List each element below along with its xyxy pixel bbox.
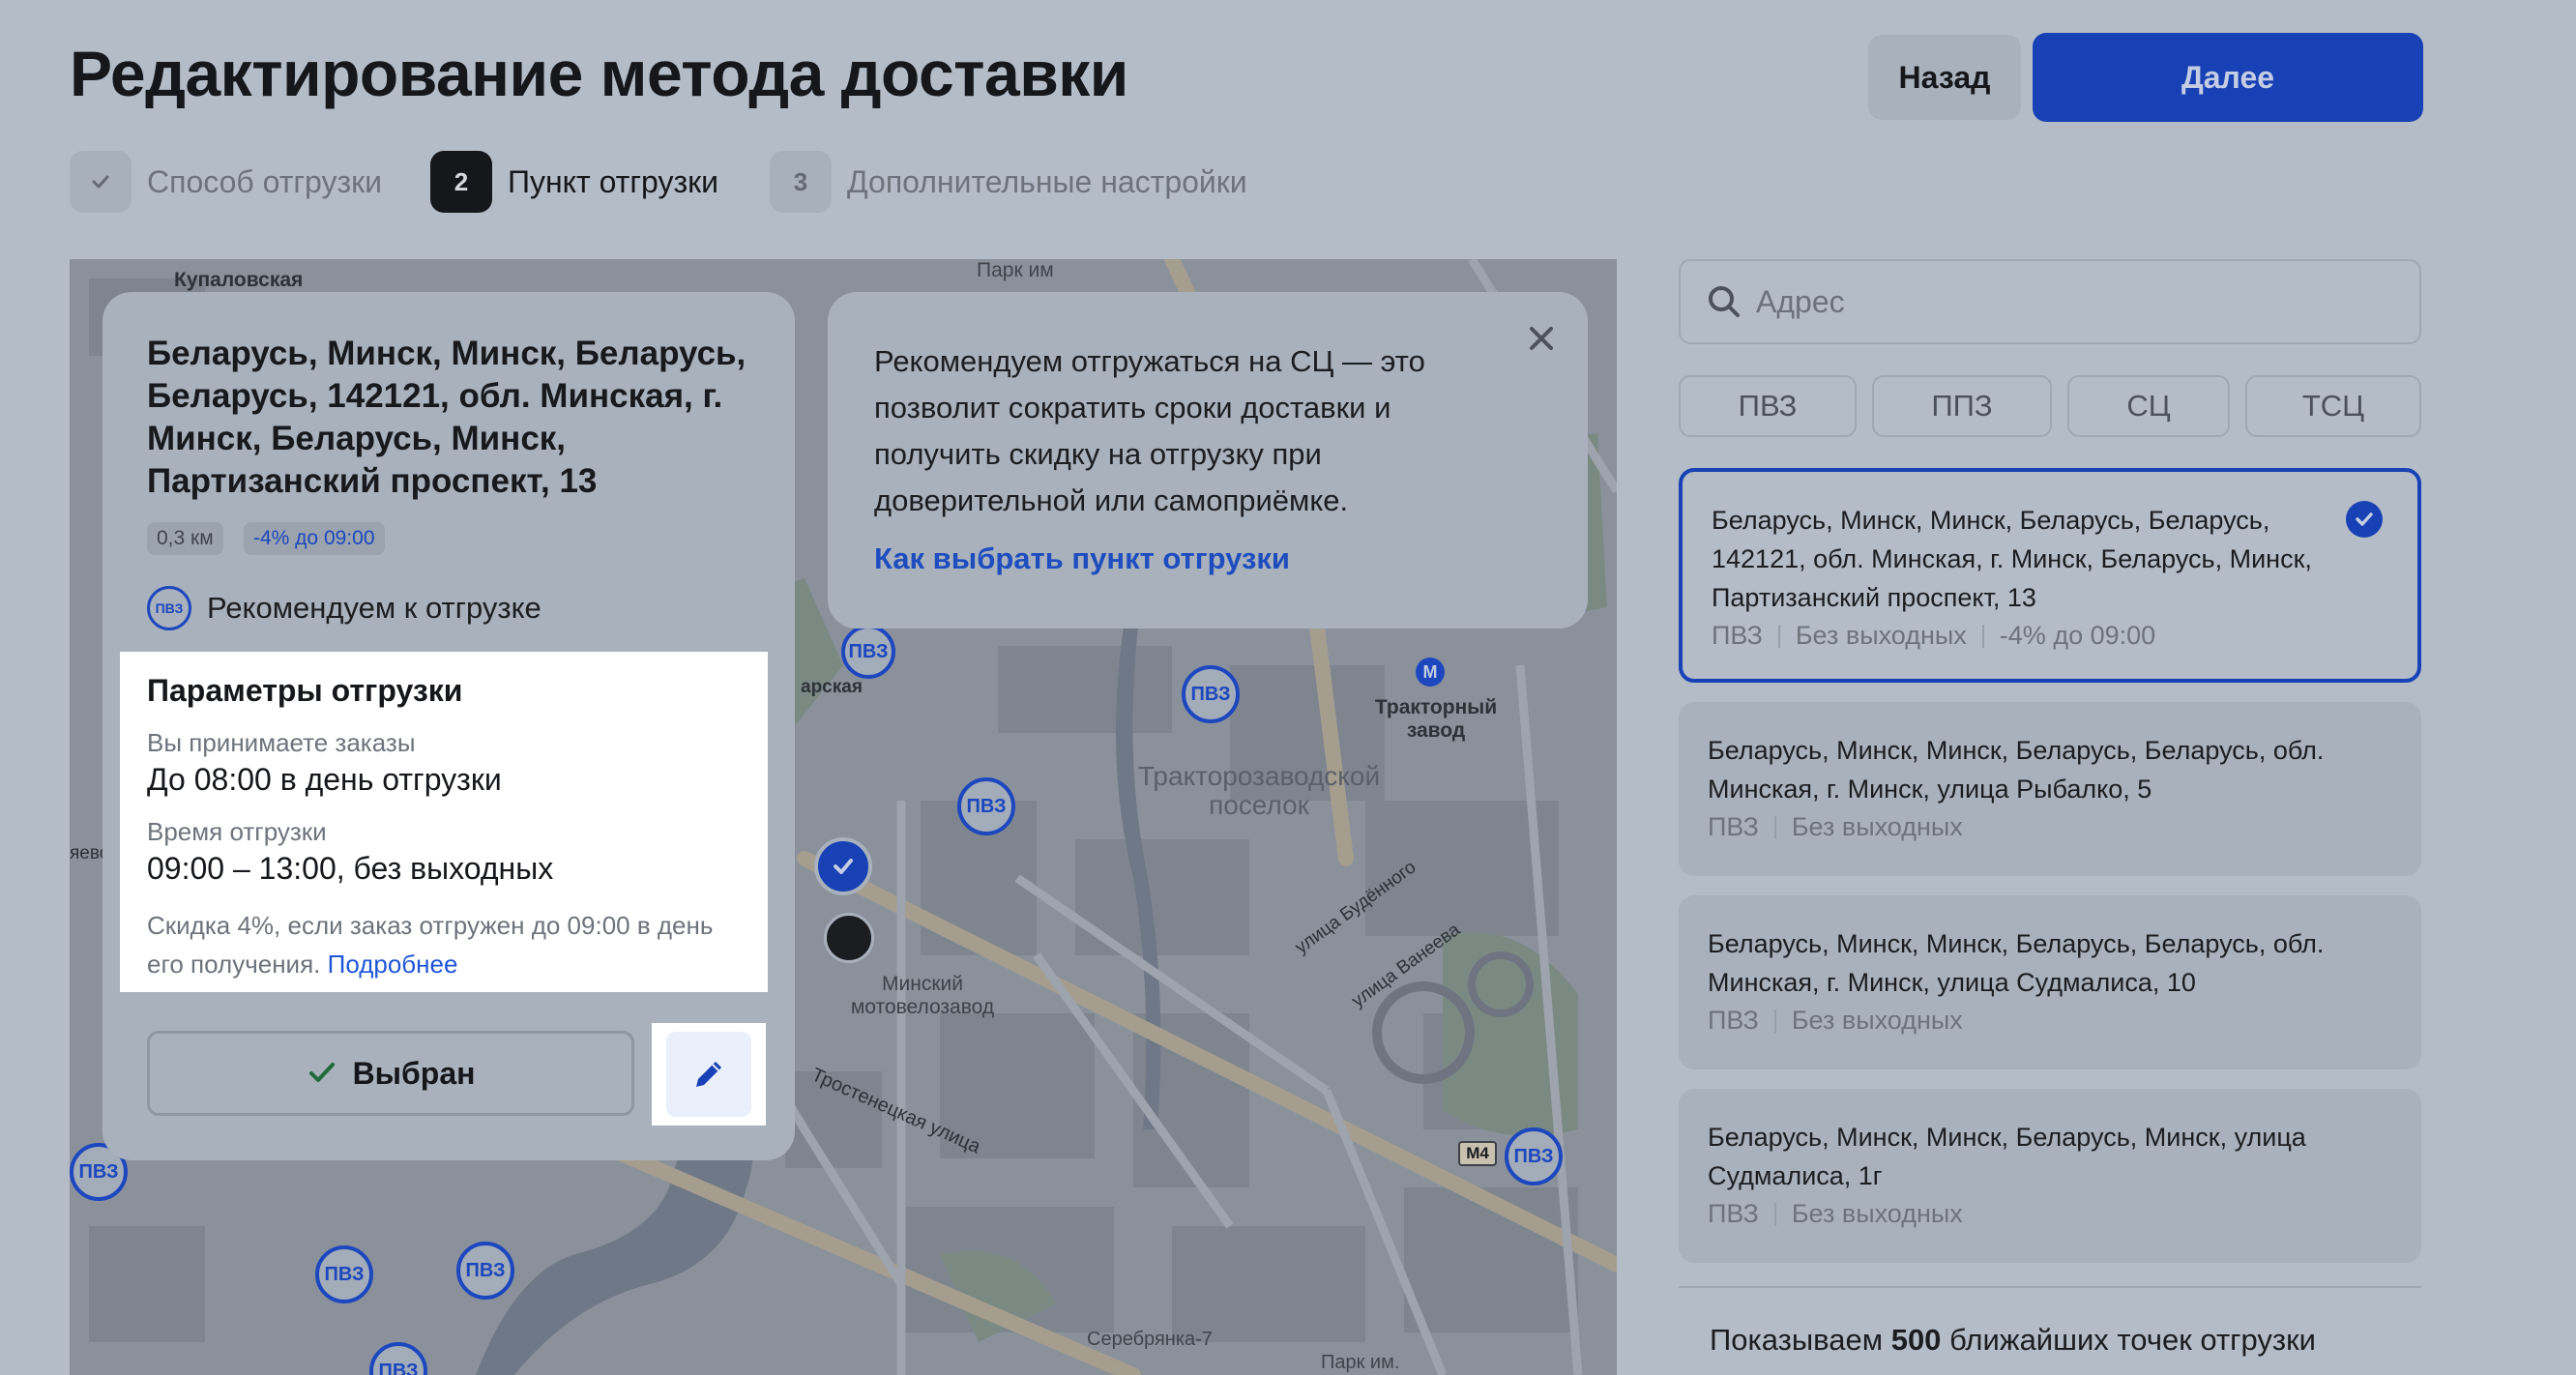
map-point[interactable]: ПВЗ (1182, 665, 1240, 723)
map-label: Тракторный завод (1374, 696, 1498, 742)
item-discount: -4% до 09:00 (1999, 621, 2156, 650)
step-label: Пункт отгрузки (508, 163, 718, 199)
selected-point-marker[interactable] (814, 837, 872, 895)
footer-suffix: ближайших точек отгрузки (1949, 1323, 2316, 1357)
map-label: Парк им (977, 259, 1054, 281)
point-list-item[interactable]: Беларусь, Минск, Минск, Беларусь, Минск,… (1679, 1089, 2421, 1263)
step-shipping-method[interactable]: Способ отгрузки (70, 151, 382, 213)
user-location-marker (824, 913, 874, 963)
back-button[interactable]: Назад (1868, 35, 2021, 120)
step-shipping-point[interactable]: 2 Пункт отгрузки (430, 151, 718, 213)
map-point[interactable]: ПВЗ (315, 1245, 373, 1303)
recommend-row: ПВЗ Рекомендуем к отгрузке (147, 586, 542, 630)
map-point[interactable]: ПВЗ (1505, 1127, 1563, 1185)
metro-icon: M (1416, 658, 1445, 687)
map-label: Парк им. (1321, 1352, 1400, 1373)
item-meta: ПВЗ Без выходных (1708, 812, 2392, 842)
item-meta: ПВЗ Без выходных -4% до 09:00 (1712, 621, 2388, 651)
footer-count: 500 (1890, 1323, 1942, 1357)
accept-value: До 08:00 в день отгрузки (147, 762, 502, 797)
item-schedule: Без выходных (1791, 812, 1963, 841)
pvz-icon: ПВЗ (147, 586, 191, 630)
selected-label: Выбран (352, 1055, 476, 1091)
check-icon (308, 1063, 335, 1082)
footer-prefix: Показываем (1710, 1323, 1884, 1357)
map-label: Серебрянка-7 (1087, 1329, 1213, 1350)
check-icon (70, 151, 132, 213)
shipping-params: Параметры отгрузки Вы принимаете заказы … (120, 652, 768, 992)
tip-link[interactable]: Как выбрать пункт отгрузки (874, 541, 1541, 576)
item-address: Беларусь, Минск, Минск, Беларусь, Белару… (1708, 929, 2325, 997)
item-type: ПВЗ (1708, 1199, 1759, 1228)
discount-note: Скидка 4%, если заказ отгружен до 09:00 … (147, 906, 741, 983)
params-title: Параметры отгрузки (147, 673, 463, 708)
map-label: арская (801, 677, 863, 697)
divider (1679, 1286, 2421, 1288)
accept-label: Вы принимаете заказы (147, 728, 416, 757)
results-footer: Показываем 500 ближайших точек отгрузки (1710, 1323, 2316, 1358)
item-address: Беларусь, Минск, Минск, Беларусь, Минск,… (1708, 1123, 2306, 1190)
map-point[interactable]: ПВЗ (841, 625, 895, 679)
pencil-icon (696, 1062, 721, 1087)
step-extra-settings[interactable]: 3 Дополнительные настройки (770, 151, 1247, 213)
map-label: Тракторозаводской поселок (1137, 761, 1381, 820)
tip-text: Рекомендуем отгружаться на СЦ — это позв… (874, 344, 1425, 517)
step-label: Дополнительные настройки (847, 163, 1247, 199)
item-meta: ПВЗ Без выходных (1708, 1006, 2392, 1036)
item-address: Беларусь, Минск, Минск, Беларусь, Белару… (1708, 736, 2325, 804)
map-label: Минский мотовелозавод (850, 973, 995, 1018)
distance-chip: 0,3 км (147, 522, 223, 555)
edit-button[interactable] (666, 1032, 751, 1117)
item-type: ПВЗ (1708, 812, 1759, 841)
item-type: ПВЗ (1708, 1006, 1759, 1035)
step-label: Способ отгрузки (147, 163, 383, 199)
point-list-item[interactable]: Беларусь, Минск, Минск, Беларусь, Белару… (1679, 468, 2421, 683)
step-number: 3 (770, 151, 832, 213)
point-list-item[interactable]: Беларусь, Минск, Минск, Беларусь, Белару… (1679, 895, 2421, 1069)
recommend-label: Рекомендуем к отгрузке (207, 591, 542, 625)
more-link[interactable]: Подробнее (328, 950, 458, 979)
close-icon[interactable] (1522, 319, 1561, 358)
selected-button[interactable]: Выбран (147, 1031, 634, 1116)
edit-button-wrap (652, 1023, 766, 1126)
map-label: M4 (1458, 1141, 1497, 1166)
map-label: Купаловская (174, 269, 304, 291)
point-list-item[interactable]: Беларусь, Минск, Минск, Беларусь, Белару… (1679, 702, 2421, 876)
address-search[interactable] (1679, 259, 2421, 344)
step-number: 2 (430, 151, 492, 213)
item-schedule: Без выходных (1791, 1006, 1963, 1035)
filter-ppz[interactable]: ППЗ (1872, 375, 2052, 437)
next-button[interactable]: Далее (2033, 33, 2423, 122)
item-type: ПВЗ (1712, 621, 1763, 650)
search-icon (1709, 286, 1740, 317)
item-schedule: Без выходных (1795, 621, 1967, 650)
item-address: Беларусь, Минск, Минск, Беларусь, Белару… (1712, 506, 2312, 612)
item-schedule: Без выходных (1791, 1199, 1963, 1228)
recommendation-tip: Рекомендуем отгружаться на СЦ — это позв… (828, 292, 1588, 629)
map-point[interactable]: ПВЗ (456, 1242, 514, 1300)
page-title: Редактирование метода доставки (70, 38, 1128, 109)
map-point[interactable]: ПВЗ (957, 777, 1015, 835)
point-address: Беларусь, Минск, Минск, Беларусь, Белару… (147, 335, 746, 500)
filter-pvz[interactable]: ПВЗ (1679, 375, 1857, 437)
search-input[interactable] (1756, 283, 2375, 320)
time-value: 09:00 – 13:00, без выходных (147, 851, 554, 886)
filter-tsc[interactable]: ТСЦ (2245, 375, 2421, 437)
item-meta: ПВЗ Без выходных (1708, 1199, 2392, 1229)
time-label: Время отгрузки (147, 817, 327, 846)
filter-sc[interactable]: СЦ (2067, 375, 2230, 437)
discount-chip: -4% до 09:00 (244, 522, 385, 555)
check-icon (2346, 501, 2383, 538)
check-icon (834, 859, 853, 874)
